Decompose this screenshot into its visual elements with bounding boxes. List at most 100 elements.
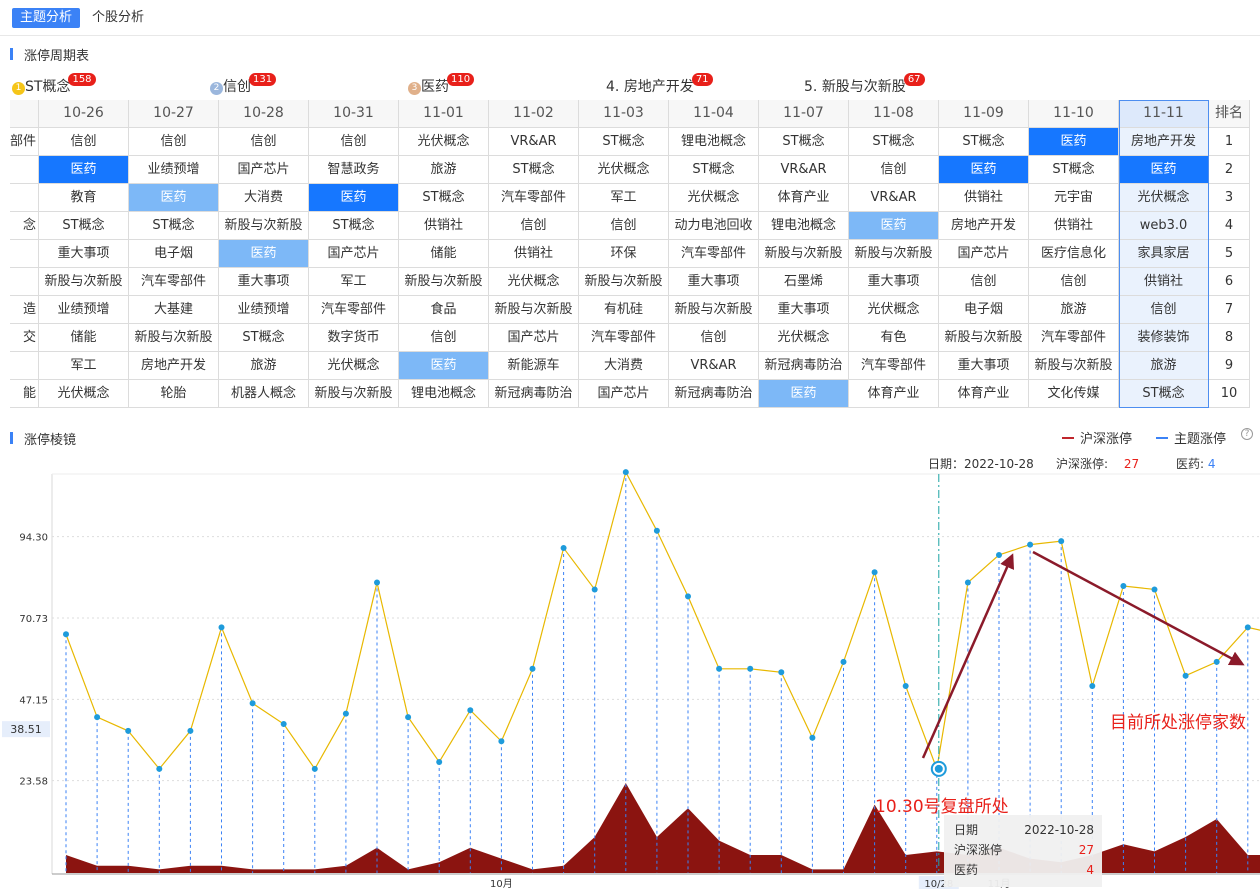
table-cell-theme[interactable]: 重大事项 xyxy=(669,268,759,296)
table-cell-theme[interactable]: 大消费 xyxy=(219,184,309,212)
table-cell-theme[interactable]: 汽车零部件 xyxy=(129,268,219,296)
table-cell-theme[interactable]: ST概念 xyxy=(579,128,669,156)
table-cell-theme[interactable]: VR&AR xyxy=(849,184,939,212)
legend-market[interactable]: 沪深涨停 xyxy=(1062,428,1132,447)
table-cell-theme[interactable]: 装修装饰 xyxy=(1119,324,1209,352)
table-cell-theme[interactable]: 电子烟 xyxy=(129,240,219,268)
table-cell-theme[interactable]: 业绩预增 xyxy=(39,296,129,324)
table-header-date[interactable]: 10-26 xyxy=(39,100,129,128)
table-cell-rank[interactable]: 8 xyxy=(1209,324,1250,352)
table-cell-partial[interactable] xyxy=(10,156,39,184)
table-cell-theme[interactable]: ST概念 xyxy=(129,212,219,240)
table-cell-partial[interactable]: 造 xyxy=(10,296,39,324)
table-cell-theme[interactable]: 军工 xyxy=(309,268,399,296)
table-cell-theme[interactable]: 食品 xyxy=(399,296,489,324)
table-cell-theme[interactable]: VR&AR xyxy=(489,128,579,156)
table-cell-theme[interactable]: 重大事项 xyxy=(39,240,129,268)
table-cell-theme[interactable]: 石墨烯 xyxy=(759,268,849,296)
table-cell-rank[interactable]: 3 xyxy=(1209,184,1250,212)
table-cell-theme[interactable]: 供销社 xyxy=(939,184,1029,212)
table-cell-theme[interactable]: 国产芯片 xyxy=(489,324,579,352)
table-cell-theme[interactable]: 光伏概念 xyxy=(759,324,849,352)
table-cell-theme[interactable]: 医药 xyxy=(219,240,309,268)
table-cell-theme[interactable]: 信创 xyxy=(399,324,489,352)
table-cell-partial[interactable]: 能 xyxy=(10,380,39,408)
leader-4[interactable]: 4. 房地产开发 71 xyxy=(606,73,713,96)
table-cell-theme[interactable]: 新股与次新股 xyxy=(219,212,309,240)
table-cell-rank[interactable]: 2 xyxy=(1209,156,1250,184)
table-cell-theme[interactable]: 光伏概念 xyxy=(309,352,399,380)
table-cell-rank[interactable]: 5 xyxy=(1209,240,1250,268)
table-cell-theme[interactable]: 汽车零部件 xyxy=(489,184,579,212)
table-cell-rank[interactable]: 9 xyxy=(1209,352,1250,380)
table-cell-theme[interactable]: 军工 xyxy=(39,352,129,380)
table-cell-theme[interactable]: 业绩预增 xyxy=(219,296,309,324)
table-header-date[interactable]: 10-28 xyxy=(219,100,309,128)
leader-5[interactable]: 5. 新股与次新股 67 xyxy=(804,73,925,96)
table-cell-theme[interactable]: ST概念 xyxy=(489,156,579,184)
table-cell-theme[interactable]: 医药 xyxy=(759,380,849,408)
table-cell-theme[interactable]: 新股与次新股 xyxy=(759,240,849,268)
leader-3[interactable]: 3 医药 110 xyxy=(408,73,475,96)
table-cell-theme[interactable]: 机器人概念 xyxy=(219,380,309,408)
table-cell-theme[interactable]: ST概念 xyxy=(1119,380,1209,408)
table-cell-theme[interactable]: 房地产开发 xyxy=(129,352,219,380)
table-cell-theme[interactable]: 信创 xyxy=(219,128,309,156)
table-cell-theme[interactable]: 汽车零部件 xyxy=(579,324,669,352)
table-cell-partial[interactable]: 部件 xyxy=(10,128,39,156)
table-cell-rank[interactable]: 1 xyxy=(1209,128,1250,156)
table-cell-rank[interactable]: 6 xyxy=(1209,268,1250,296)
table-header-date[interactable]: 10-31 xyxy=(309,100,399,128)
table-cell-theme[interactable]: 国产芯片 xyxy=(579,380,669,408)
table-cell-partial[interactable] xyxy=(10,184,39,212)
table-cell-theme[interactable]: 文化传媒 xyxy=(1029,380,1119,408)
table-cell-theme[interactable]: 新股与次新股 xyxy=(1029,352,1119,380)
table-header-date[interactable]: 11-01 xyxy=(399,100,489,128)
table-cell-theme[interactable]: 光伏概念 xyxy=(39,380,129,408)
table-cell-theme[interactable]: 信创 xyxy=(669,324,759,352)
table-cell-theme[interactable]: 教育 xyxy=(39,184,129,212)
table-cell-theme[interactable]: 光伏概念 xyxy=(849,296,939,324)
table-cell-theme[interactable]: 信创 xyxy=(129,128,219,156)
table-cell-theme[interactable]: 环保 xyxy=(579,240,669,268)
table-cell-theme[interactable]: 体育产业 xyxy=(939,380,1029,408)
table-cell-theme[interactable]: web3.0 xyxy=(1119,212,1209,240)
table-cell-theme[interactable]: ST概念 xyxy=(399,184,489,212)
table-cell-partial[interactable] xyxy=(10,240,39,268)
table-cell-theme[interactable]: 医药 xyxy=(1119,156,1209,184)
table-cell-theme[interactable]: ST概念 xyxy=(219,324,309,352)
table-cell-theme[interactable]: ST概念 xyxy=(759,128,849,156)
table-cell-theme[interactable]: 供销社 xyxy=(489,240,579,268)
tab-theme-analysis[interactable]: 主题分析 xyxy=(12,8,81,28)
table-cell-theme[interactable]: 房地产开发 xyxy=(1119,128,1209,156)
table-cell-theme[interactable]: 储能 xyxy=(39,324,129,352)
table-cell-rank[interactable]: 10 xyxy=(1209,380,1250,408)
table-header-date[interactable]: 11-04 xyxy=(669,100,759,128)
table-cell-theme[interactable]: 信创 xyxy=(849,156,939,184)
table-cell-theme[interactable]: 锂电池概念 xyxy=(669,128,759,156)
table-cell-theme[interactable]: 光伏概念 xyxy=(399,128,489,156)
table-cell-theme[interactable]: 体育产业 xyxy=(849,380,939,408)
table-cell-theme[interactable]: 重大事项 xyxy=(219,268,309,296)
table-cell-theme[interactable]: 旅游 xyxy=(399,156,489,184)
table-cell-theme[interactable]: 供销社 xyxy=(1119,268,1209,296)
table-cell-theme[interactable]: ST概念 xyxy=(39,212,129,240)
table-cell-partial[interactable] xyxy=(10,268,39,296)
table-header-date[interactable]: 11-11 xyxy=(1119,100,1209,128)
table-header-date[interactable]: 11-02 xyxy=(489,100,579,128)
table-cell-theme[interactable]: 电子烟 xyxy=(939,296,1029,324)
table-cell-theme[interactable]: 有机硅 xyxy=(579,296,669,324)
table-cell-theme[interactable]: 医疗信息化 xyxy=(1029,240,1119,268)
table-cell-partial[interactable]: 念 xyxy=(10,212,39,240)
table-cell-theme[interactable]: VR&AR xyxy=(759,156,849,184)
table-cell-theme[interactable]: 医药 xyxy=(309,184,399,212)
table-cell-theme[interactable]: 光伏概念 xyxy=(579,156,669,184)
table-cell-rank[interactable]: 7 xyxy=(1209,296,1250,324)
table-header-date[interactable]: 11-03 xyxy=(579,100,669,128)
table-cell-theme[interactable]: 新股与次新股 xyxy=(849,240,939,268)
table-cell-theme[interactable]: 旅游 xyxy=(1029,296,1119,324)
table-cell-theme[interactable]: 轮胎 xyxy=(129,380,219,408)
table-cell-theme[interactable]: 军工 xyxy=(579,184,669,212)
table-cell-theme[interactable]: 新能源车 xyxy=(489,352,579,380)
table-cell-theme[interactable]: 国产芯片 xyxy=(309,240,399,268)
